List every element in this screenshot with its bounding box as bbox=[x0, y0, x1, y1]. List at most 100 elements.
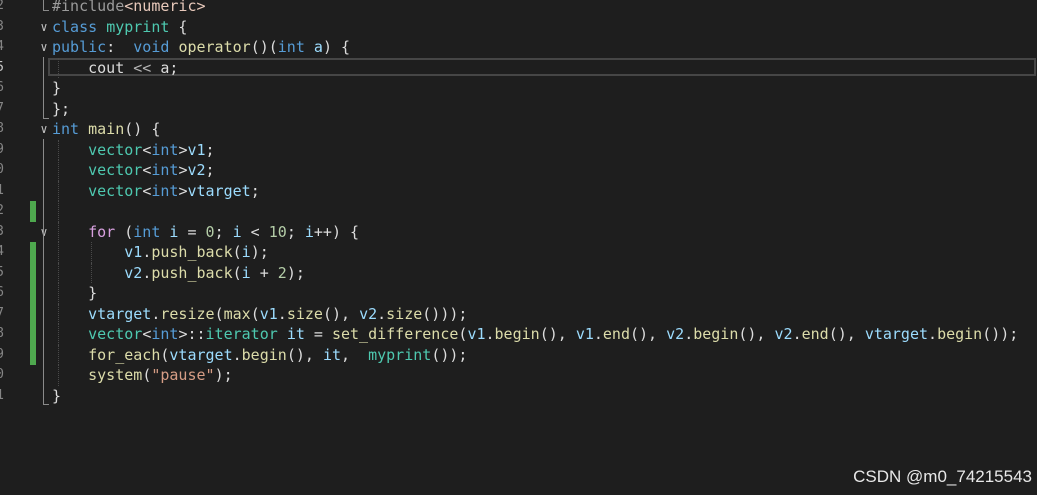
code-token: end bbox=[602, 325, 630, 343]
outline-bracket-end bbox=[43, 118, 49, 119]
code-token: . bbox=[928, 325, 938, 343]
code-token: begin bbox=[937, 325, 983, 343]
code-text: class myprint { bbox=[52, 17, 187, 38]
code-token: = bbox=[304, 325, 332, 343]
code-line[interactable]: 2 bbox=[0, 201, 1037, 222]
code-line[interactable]: 4 ∨ public: void operator()(int a) { bbox=[0, 37, 1037, 58]
code-text: v2.push_back(i + 2); bbox=[52, 263, 305, 284]
code-line[interactable]: 3 ∨ for (int i = 0; i < 10; i++) { bbox=[0, 221, 1037, 242]
code-line[interactable]: 8 vector<int>::iterator it = set_differe… bbox=[0, 324, 1037, 345]
code-text: v1.push_back(i); bbox=[52, 242, 269, 263]
code-token: push_back bbox=[151, 243, 233, 261]
code-line[interactable]: 7}; bbox=[0, 99, 1037, 120]
code-token: ( bbox=[142, 366, 152, 384]
code-token: vtarget bbox=[169, 345, 233, 364]
code-token: ( bbox=[232, 243, 242, 261]
code-token: << bbox=[133, 58, 152, 77]
code-line[interactable]: 1} bbox=[0, 386, 1037, 407]
fold-chevron-icon[interactable]: ∨ bbox=[38, 37, 50, 58]
code-token: 0 bbox=[205, 222, 215, 241]
code-token: myprint bbox=[368, 345, 432, 364]
code-text: vector<int>v1; bbox=[52, 140, 215, 161]
code-token: ( bbox=[250, 304, 260, 323]
code-token: class bbox=[52, 17, 107, 36]
line-number: 4 bbox=[0, 39, 4, 54]
code-token: < bbox=[142, 140, 152, 159]
code-line[interactable]: 7 vtarget.resize(max(v1.size(), v2.size(… bbox=[0, 303, 1037, 324]
code-token: vtarget bbox=[88, 304, 152, 323]
change-marker bbox=[30, 303, 36, 324]
outline-bracket bbox=[43, 139, 50, 404]
line-number: 1 bbox=[0, 182, 4, 198]
code-token: ; bbox=[250, 181, 260, 200]
code-token: + bbox=[250, 263, 278, 282]
line-number: 3 bbox=[0, 18, 4, 34]
code-token: vector bbox=[88, 161, 143, 179]
code-text: public: void operator()(int a) { bbox=[52, 37, 350, 58]
code-token: } bbox=[52, 386, 62, 405]
code-line[interactable]: 3 ∨ class myprint { bbox=[0, 17, 1037, 38]
code-token: . bbox=[277, 304, 287, 323]
code-line[interactable]: 6} bbox=[0, 78, 1037, 99]
code-line[interactable]: 5 v2.push_back(i + 2); bbox=[0, 262, 1037, 284]
code-line[interactable]: 9 vector<int>v1; bbox=[0, 139, 1037, 161]
outline-bracket-end bbox=[43, 10, 49, 11]
code-line[interactable]: 0 vector<int>v2; bbox=[0, 160, 1037, 181]
code-line[interactable]: 6 } bbox=[0, 283, 1037, 304]
code-token: (), bbox=[322, 304, 360, 323]
code-token: ); bbox=[286, 263, 305, 282]
code-token: begin bbox=[494, 325, 540, 343]
code-token: i bbox=[304, 222, 314, 241]
code-token: push_back bbox=[151, 263, 233, 282]
code-token: (), bbox=[828, 325, 865, 343]
line-number: 1 bbox=[0, 387, 4, 403]
fold-chevron-icon[interactable]: ∨ bbox=[38, 17, 50, 38]
code-token: public bbox=[52, 38, 107, 56]
outline-bracket bbox=[43, 0, 50, 10]
code-line[interactable]: 8 ∨ int main() { bbox=[0, 119, 1037, 140]
code-token: ( bbox=[232, 263, 242, 282]
line-number: 7 bbox=[0, 100, 4, 116]
code-line[interactable]: 1 vector<int>vtarget; bbox=[0, 180, 1037, 201]
code-line[interactable]: 9 for_each(vtarget.begin(), it, myprint(… bbox=[0, 344, 1037, 365]
code-token: ; bbox=[205, 140, 215, 159]
code-token: v1 bbox=[259, 304, 278, 323]
code-editor[interactable]: 2 #include<numeric> 3 ∨ class myprint {4 ∨ pub… bbox=[0, 0, 1037, 495]
code-token: . bbox=[232, 345, 242, 364]
code-token: size bbox=[386, 304, 423, 323]
code-token: it bbox=[322, 345, 341, 364]
code-token: int bbox=[151, 161, 179, 179]
code-token: a; bbox=[151, 58, 179, 77]
code-token: 10 bbox=[268, 222, 287, 241]
code-token: }; bbox=[52, 99, 71, 118]
code-token: ()); bbox=[982, 325, 1019, 343]
line-number: 0 bbox=[0, 162, 4, 177]
code-line[interactable]: 5 cout << a; bbox=[0, 57, 1037, 78]
code-token: max bbox=[223, 304, 251, 323]
code-token: for bbox=[88, 222, 116, 241]
code-token: . bbox=[792, 325, 802, 343]
code-token: () { bbox=[124, 120, 161, 138]
code-token: v2 bbox=[359, 304, 378, 323]
code-token: cout bbox=[52, 58, 134, 77]
code-text: } bbox=[52, 386, 61, 407]
code-token: 2 bbox=[277, 263, 287, 282]
code-token: v1 bbox=[187, 140, 206, 159]
code-text: vector<int>::iterator it = set_differenc… bbox=[52, 324, 1018, 345]
code-token: void bbox=[133, 38, 179, 56]
fold-chevron-icon[interactable]: ∨ bbox=[38, 119, 50, 140]
change-marker bbox=[30, 242, 36, 263]
code-token: int bbox=[133, 222, 170, 241]
line-number: 4 bbox=[0, 244, 4, 259]
code-line[interactable]: 2 #include<numeric> bbox=[0, 0, 1037, 17]
code-line[interactable]: 4 v1.push_back(i); bbox=[0, 242, 1037, 263]
code-line[interactable]: 0 system("pause"); bbox=[0, 365, 1037, 386]
code-token: end bbox=[801, 325, 829, 343]
code-token: (), bbox=[738, 325, 775, 343]
code-token: (), bbox=[630, 325, 667, 343]
